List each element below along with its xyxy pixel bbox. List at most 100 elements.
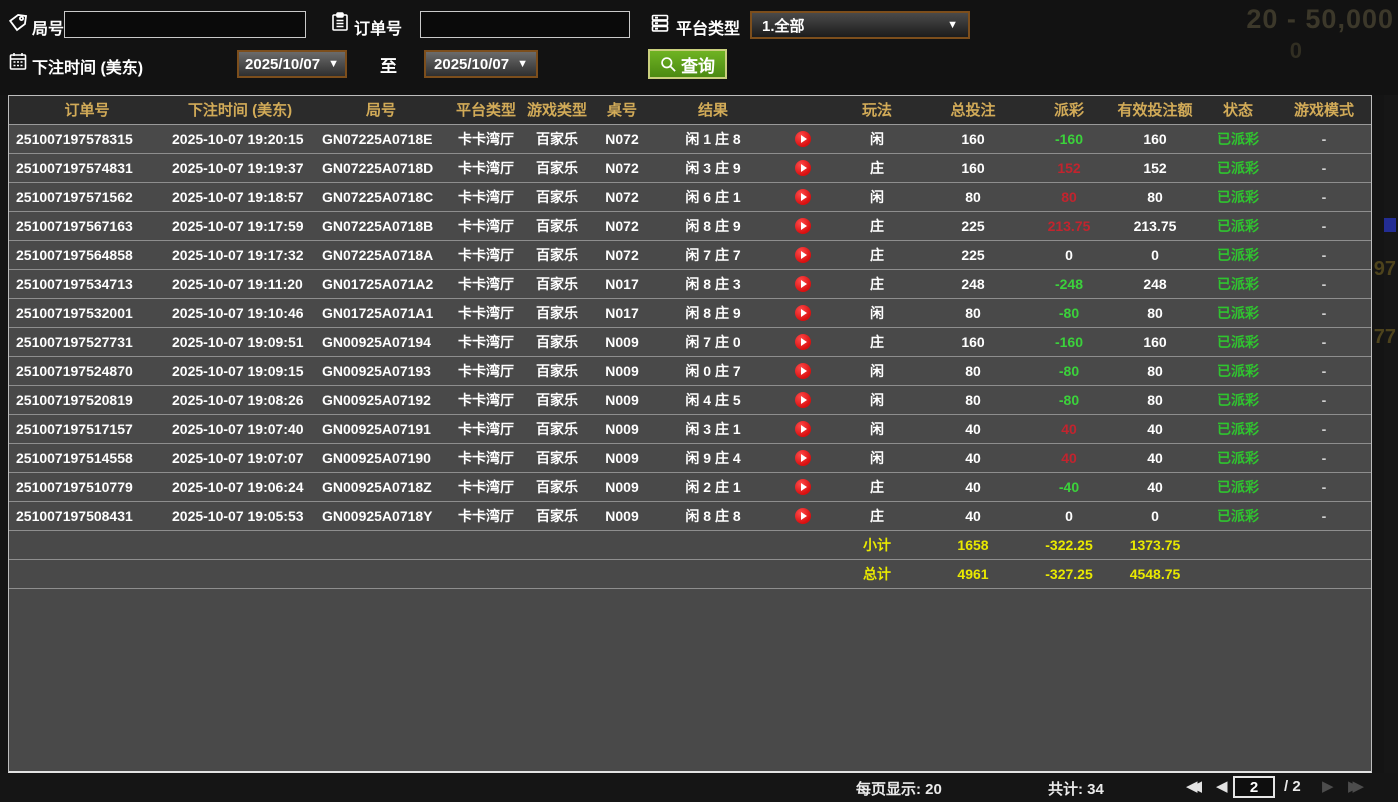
date-from-select[interactable]: 2025/10/07 ▼	[237, 50, 347, 78]
table-row[interactable]: 2510071975171572025-10-07 19:07:40GN0092…	[9, 414, 1371, 443]
replay-play-icon[interactable]	[795, 189, 811, 205]
cell-platform: 卡卡湾厅	[447, 124, 525, 153]
cell-time: 2025-10-07 19:18:57	[165, 182, 315, 211]
cell-game: 百家乐	[525, 240, 589, 269]
ghost-zero-text: 0	[1290, 38, 1302, 64]
cell-platform: 卡卡湾厅	[447, 327, 525, 356]
subtotal-cell-order	[9, 530, 165, 559]
cell-mode: -	[1277, 124, 1371, 153]
subtotal-cell-mode	[1277, 530, 1371, 559]
page-total-label: / 2	[1284, 778, 1301, 795]
cell-mode: -	[1277, 240, 1371, 269]
replay-play-icon[interactable]	[795, 421, 811, 437]
cell-order: 251007197517157	[9, 414, 165, 443]
replay-play-icon[interactable]	[795, 334, 811, 350]
cell-status: 已派彩	[1199, 327, 1277, 356]
last-page-button[interactable]: ▶▶	[1348, 777, 1364, 797]
subtotal-cell-payout: -322.25	[1027, 530, 1111, 559]
replay-play-icon[interactable]	[795, 131, 811, 147]
cell-play	[771, 385, 835, 414]
table-row[interactable]: 2510071975084312025-10-07 19:05:53GN0092…	[9, 501, 1371, 530]
cell-game: 百家乐	[525, 298, 589, 327]
chevron-down-icon: ▼	[947, 19, 958, 31]
cell-game: 百家乐	[525, 124, 589, 153]
cell-table_no: N009	[589, 501, 655, 530]
subtotal-cell-platform	[447, 530, 525, 559]
cell-valid: 160	[1111, 327, 1199, 356]
cell-status: 已派彩	[1199, 414, 1277, 443]
cell-game: 百家乐	[525, 443, 589, 472]
first-page-button[interactable]: ◀◀	[1186, 777, 1202, 797]
replay-play-icon[interactable]	[795, 363, 811, 379]
cell-time: 2025-10-07 19:17:59	[165, 211, 315, 240]
table-row[interactable]: 2510071975748312025-10-07 19:19:37GN0722…	[9, 153, 1371, 182]
cell-payout: 80	[1027, 182, 1111, 211]
cell-platform: 卡卡湾厅	[447, 153, 525, 182]
page-number-input[interactable]	[1233, 776, 1275, 798]
cell-status: 已派彩	[1199, 443, 1277, 472]
replay-play-icon[interactable]	[795, 218, 811, 234]
table-row[interactable]: 2510071975248702025-10-07 19:09:15GN0092…	[9, 356, 1371, 385]
cell-time: 2025-10-07 19:09:51	[165, 327, 315, 356]
cell-table_no: N017	[589, 269, 655, 298]
cell-round: GN07225A0718A	[315, 240, 447, 269]
ghost-number: 77	[1374, 326, 1396, 349]
table-row[interactable]: 2510071975347132025-10-07 19:11:20GN0172…	[9, 269, 1371, 298]
round-id-input[interactable]	[64, 11, 306, 38]
cell-method: 庄	[835, 472, 919, 501]
replay-play-icon[interactable]	[795, 160, 811, 176]
cell-method: 庄	[835, 153, 919, 182]
cell-payout: 152	[1027, 153, 1111, 182]
table-row[interactable]: 2510071975671632025-10-07 19:17:59GN0722…	[9, 211, 1371, 240]
replay-play-icon[interactable]	[795, 276, 811, 292]
magnifier-icon	[660, 56, 677, 73]
calendar-icon	[8, 51, 28, 71]
replay-play-icon[interactable]	[795, 508, 811, 524]
cell-table_no: N017	[589, 298, 655, 327]
cell-status: 已派彩	[1199, 124, 1277, 153]
cell-mode: -	[1277, 385, 1371, 414]
replay-play-icon[interactable]	[795, 450, 811, 466]
cell-round: GN00925A07193	[315, 356, 447, 385]
cell-result: 闲 7 庄 7	[655, 240, 771, 269]
table-row[interactable]: 2510071975107792025-10-07 19:06:24GN0092…	[9, 472, 1371, 501]
replay-play-icon[interactable]	[795, 305, 811, 321]
bet-records-table: 订单号下注时间 (美东)局号平台类型游戏类型桌号结果玩法总投注派彩有效投注额状态…	[8, 95, 1372, 773]
subtotal-cell-status	[1199, 530, 1277, 559]
table-row[interactable]: 2510071975783152025-10-07 19:20:15GN0722…	[9, 124, 1371, 153]
table-row[interactable]: 2510071975208192025-10-07 19:08:26GN0092…	[9, 385, 1371, 414]
footer-bar: 每页显示: 20 共计: 34 ◀◀ ◀ / 2 ▶ ▶▶	[0, 773, 1398, 802]
replay-play-icon[interactable]	[795, 479, 811, 495]
platform-type-select[interactable]: 1.全部 ▼	[750, 11, 970, 39]
cell-round: GN00925A07194	[315, 327, 447, 356]
next-page-button[interactable]: ▶	[1322, 777, 1334, 797]
subtotal-row: 小计1658-322.251373.75	[9, 530, 1371, 559]
cell-round: GN07225A0718E	[315, 124, 447, 153]
date-to-select[interactable]: 2025/10/07 ▼	[424, 50, 538, 78]
cell-order: 251007197578315	[9, 124, 165, 153]
replay-play-icon[interactable]	[795, 392, 811, 408]
cell-platform: 卡卡湾厅	[447, 501, 525, 530]
cell-table_no: N072	[589, 182, 655, 211]
cell-result: 闲 8 庄 9	[655, 298, 771, 327]
cell-status: 已派彩	[1199, 269, 1277, 298]
table-row[interactable]: 2510071975715622025-10-07 19:18:57GN0722…	[9, 182, 1371, 211]
cell-method: 闲	[835, 414, 919, 443]
cell-time: 2025-10-07 19:08:26	[165, 385, 315, 414]
cell-round: GN07225A0718D	[315, 153, 447, 182]
column-header-result: 结果	[655, 96, 771, 124]
search-button[interactable]: 查询	[648, 49, 727, 79]
replay-play-icon[interactable]	[795, 247, 811, 263]
table-row[interactable]: 2510071975648582025-10-07 19:17:32GN0722…	[9, 240, 1371, 269]
table-row[interactable]: 2510071975145582025-10-07 19:07:07GN0092…	[9, 443, 1371, 472]
order-id-input[interactable]	[420, 11, 630, 38]
prev-page-button[interactable]: ◀	[1216, 777, 1228, 797]
grand-total-cell-bet: 4961	[919, 559, 1027, 588]
table-row[interactable]: 2510071975320012025-10-07 19:10:46GN0172…	[9, 298, 1371, 327]
column-header-mode: 游戏模式	[1277, 96, 1371, 124]
cell-time: 2025-10-07 19:20:15	[165, 124, 315, 153]
cell-mode: -	[1277, 443, 1371, 472]
table-row[interactable]: 2510071975277312025-10-07 19:09:51GN0092…	[9, 327, 1371, 356]
cell-bet: 40	[919, 443, 1027, 472]
subtotal-cell-round	[315, 530, 447, 559]
